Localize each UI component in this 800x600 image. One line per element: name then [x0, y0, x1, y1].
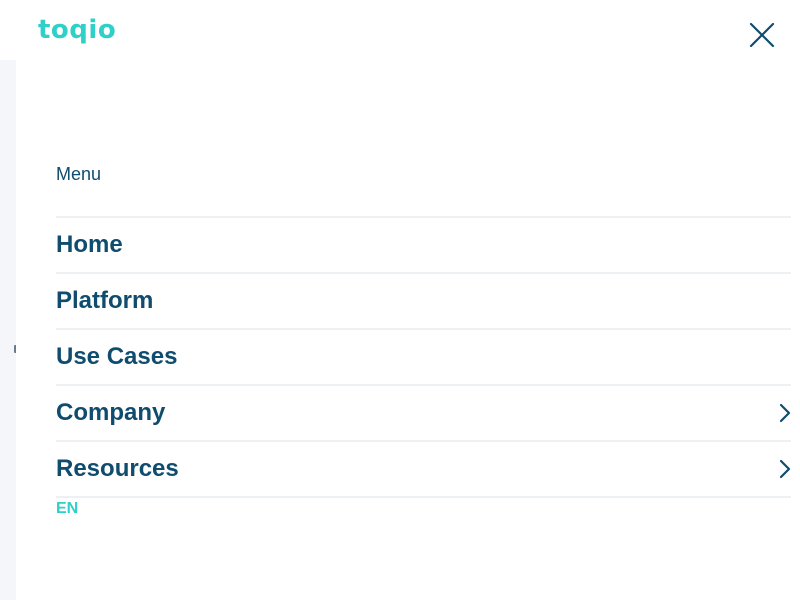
toqio-logo[interactable]: toqio: [38, 16, 116, 44]
menu-item-use-cases[interactable]: Use Cases: [56, 330, 791, 386]
chevron-right-icon[interactable]: [777, 458, 793, 480]
header: toqio: [0, 0, 800, 60]
menu-item-label: Home: [56, 231, 123, 258]
menu-item-company[interactable]: Company: [56, 386, 791, 442]
mobile-menu-page: toqio Menu Home Platform Use Cases Compa…: [0, 0, 800, 600]
menu-heading: Menu: [56, 164, 102, 184]
close-menu-button[interactable]: [744, 17, 780, 53]
menu-item-platform[interactable]: Platform: [56, 274, 791, 330]
menu-item-home[interactable]: Home: [56, 218, 791, 274]
menu-item-label: Platform: [56, 287, 154, 314]
menu-item-label: Use Cases: [56, 343, 178, 370]
menu-panel: Menu Home Platform Use Cases Company Res…: [16, 60, 800, 600]
menu-list: Home Platform Use Cases Company Resource…: [56, 216, 791, 498]
menu-item-resources[interactable]: Resources: [56, 442, 791, 498]
close-icon: [749, 22, 775, 48]
language-selector[interactable]: EN: [56, 500, 78, 518]
menu-item-label: Company: [56, 399, 166, 426]
menu-item-label: Resources: [56, 455, 179, 482]
chevron-right-icon[interactable]: [777, 402, 793, 424]
